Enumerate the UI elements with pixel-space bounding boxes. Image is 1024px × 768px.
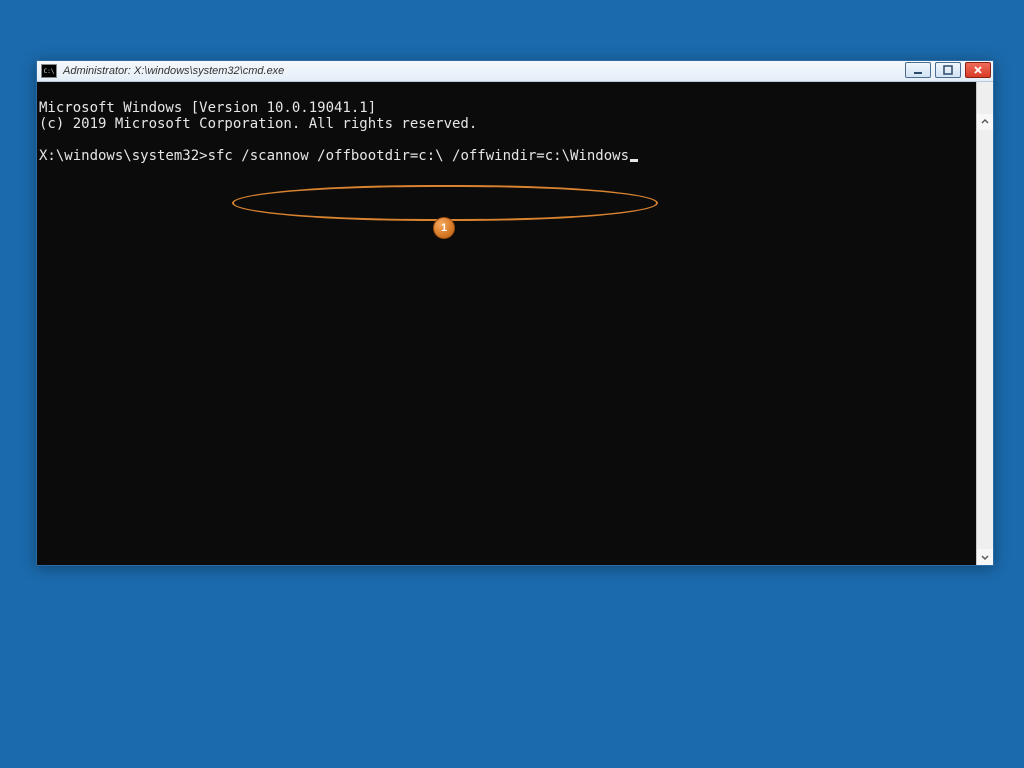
minimize-button[interactable] bbox=[905, 62, 931, 78]
scrollbar[interactable] bbox=[976, 82, 993, 565]
scroll-up-button[interactable] bbox=[977, 114, 993, 130]
chevron-up-icon bbox=[981, 118, 989, 126]
terminal-output[interactable]: Microsoft Windows [Version 10.0.19041.1]… bbox=[37, 82, 993, 565]
window-title: Administrator: X:\windows\system32\cmd.e… bbox=[63, 65, 284, 77]
close-icon bbox=[973, 65, 983, 75]
terminal-prompt: X:\windows\system32> bbox=[39, 148, 208, 164]
close-button[interactable] bbox=[965, 62, 991, 78]
cmd-window: Administrator: X:\windows\system32\cmd.e… bbox=[36, 60, 994, 566]
terminal-line: (c) 2019 Microsoft Corporation. All righ… bbox=[39, 116, 477, 132]
maximize-icon bbox=[943, 65, 953, 75]
cursor bbox=[630, 159, 638, 162]
terminal-command: sfc /scannow /offbootdir=c:\ /offwindir=… bbox=[208, 148, 629, 164]
chevron-down-icon bbox=[981, 553, 989, 561]
title-bar[interactable]: Administrator: X:\windows\system32\cmd.e… bbox=[37, 61, 993, 82]
terminal-line: Microsoft Windows [Version 10.0.19041.1] bbox=[39, 100, 376, 116]
cmd-icon bbox=[41, 64, 57, 78]
scroll-down-button[interactable] bbox=[977, 549, 993, 565]
window-controls bbox=[905, 62, 991, 78]
maximize-button[interactable] bbox=[935, 62, 961, 78]
minimize-icon bbox=[913, 65, 923, 75]
